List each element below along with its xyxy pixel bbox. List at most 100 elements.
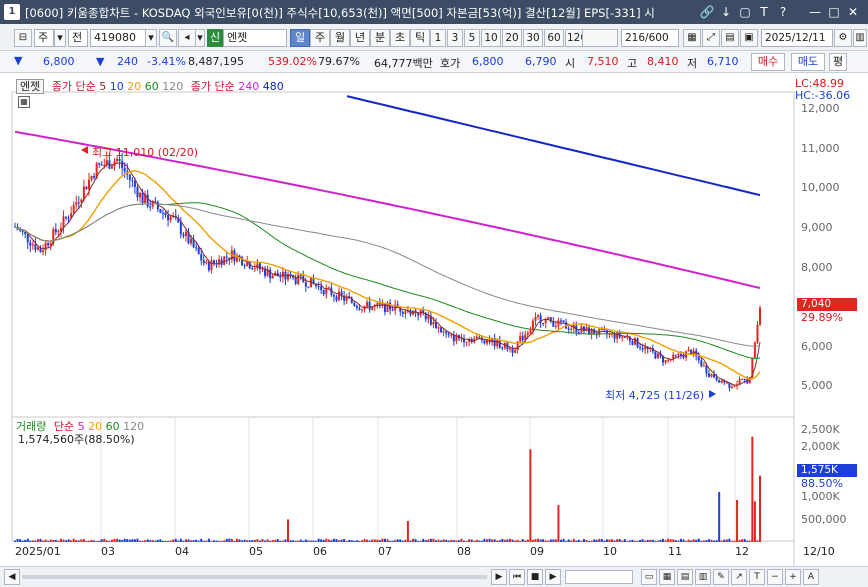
frame-icon[interactable]: ▢	[737, 4, 753, 20]
chevron-down-icon[interactable]: ▾	[54, 29, 66, 47]
interval-button[interactable]: 1	[430, 29, 446, 47]
candle-body	[562, 320, 565, 323]
interval-button[interactable]: 10	[481, 29, 501, 47]
candle-body	[304, 282, 307, 287]
volume-bar	[450, 539, 453, 542]
view-icon[interactable]: ▭	[641, 569, 657, 585]
volume-bar	[264, 540, 267, 542]
count-field[interactable]: 216/600	[621, 29, 679, 47]
volume-bar	[636, 541, 639, 542]
stock-code-input[interactable]: 419080	[90, 29, 146, 47]
volume-bar	[72, 538, 75, 542]
maximize-icon[interactable]: □	[826, 4, 842, 20]
ytick: 12,000	[801, 102, 840, 115]
volume-bar	[511, 539, 514, 542]
grid-icon[interactable]: ▦	[683, 29, 701, 47]
market-type-select[interactable]: 주	[34, 29, 54, 47]
period-tick-button[interactable]: 틱	[410, 29, 430, 47]
candle-body	[567, 328, 570, 330]
volume-bar	[105, 540, 108, 542]
trend-icon[interactable]: ↗	[731, 569, 747, 585]
grid-view-icon[interactable]: ▦	[659, 569, 675, 585]
calc-icon[interactable]: ▥	[853, 29, 867, 47]
interval-button[interactable]: 20	[502, 29, 522, 47]
download-icon[interactable]: ↓	[718, 4, 734, 20]
draw-icon[interactable]: ✎	[713, 569, 729, 585]
period-month-button[interactable]: 월	[330, 29, 350, 47]
x-label: 12/10	[803, 545, 835, 558]
speed-slider[interactable]	[565, 570, 633, 584]
interval-button[interactable]: 3	[447, 29, 463, 47]
calendar-icon[interactable]: ▣	[740, 29, 758, 47]
candle-body	[121, 161, 124, 168]
interval-button[interactable]: 30	[523, 29, 543, 47]
volume-bar	[552, 539, 555, 542]
volume-bar	[690, 540, 693, 542]
search-icon[interactable]: 🔍	[159, 29, 177, 47]
volume-bar	[358, 540, 361, 542]
zoom-in-icon[interactable]: +	[785, 569, 801, 585]
period-minute-button[interactable]: 분	[370, 29, 390, 47]
market-scope-select[interactable]: 전	[68, 29, 88, 47]
scroll-left-icon[interactable]: ◀	[4, 569, 20, 585]
scroll-right-icon[interactable]: ▶	[491, 569, 507, 585]
volume-bar	[355, 540, 358, 542]
close-icon[interactable]: ✕	[845, 4, 861, 20]
fit-icon[interactable]: ⤢	[702, 29, 720, 47]
table-view-icon[interactable]: ▤	[677, 569, 693, 585]
stock-name-field[interactable]: 엔젯	[223, 29, 287, 47]
period-second-button[interactable]: 초	[390, 29, 410, 47]
interval-button[interactable]: 5	[464, 29, 480, 47]
save-icon[interactable]: ▤	[721, 29, 739, 47]
help-icon[interactable]: ?	[775, 4, 791, 20]
eval-button[interactable]: 평	[829, 53, 847, 71]
link-icon[interactable]: 🔗	[699, 4, 715, 20]
stock-tag[interactable]: 엔젯	[16, 79, 45, 94]
candle-body	[366, 301, 369, 307]
chevron-down-icon[interactable]: ▾	[145, 29, 157, 47]
volume-bar	[677, 540, 680, 542]
volume-bar	[317, 538, 320, 542]
interval-input[interactable]	[582, 29, 618, 47]
scrollbar-track[interactable]	[22, 575, 487, 579]
rewind-icon[interactable]: ⏮	[509, 569, 525, 585]
zoom-out-icon[interactable]: −	[767, 569, 783, 585]
volume-bar	[593, 539, 596, 542]
table-icon[interactable]: ▦	[18, 96, 30, 108]
volume-bar	[613, 540, 616, 542]
volume-bar	[399, 539, 402, 542]
lock-icon[interactable]: ⊟	[14, 29, 32, 47]
period-year-button[interactable]: 년	[350, 29, 370, 47]
candle-body	[31, 244, 34, 246]
sell-button[interactable]: 매도	[791, 53, 825, 71]
volume-bar	[154, 540, 157, 542]
volume-bar	[139, 540, 142, 542]
current-price-tag: 7,040	[797, 298, 857, 311]
play-icon[interactable]: ▶	[545, 569, 561, 585]
stop-icon[interactable]: ■	[527, 569, 543, 585]
date-field[interactable]: 2025/12/11	[761, 29, 833, 47]
volume-bar	[730, 541, 733, 542]
candle-body	[720, 380, 723, 383]
volume-bar	[368, 540, 371, 542]
interval-button[interactable]: 60	[544, 29, 564, 47]
volume-bar	[131, 539, 134, 542]
speaker-icon[interactable]: ◂	[178, 29, 196, 47]
buy-button[interactable]: 매수	[751, 53, 785, 71]
volume-bar	[470, 539, 473, 542]
text-icon[interactable]: T	[756, 4, 772, 20]
volume-bar	[210, 541, 213, 542]
chevron-down-icon[interactable]: ▾	[195, 29, 205, 47]
volume-bar	[506, 539, 509, 542]
volume-bar	[29, 540, 32, 542]
font-icon[interactable]: A	[803, 569, 819, 585]
settings-icon[interactable]: ⚙	[834, 29, 852, 47]
volume-bar	[218, 540, 221, 542]
period-week-button[interactable]: 주	[310, 29, 330, 47]
minimize-icon[interactable]: —	[807, 4, 823, 20]
chart-view-icon[interactable]: ▥	[695, 569, 711, 585]
text-tool-icon[interactable]: T	[749, 569, 765, 585]
volume-value: 8,487,195	[188, 55, 244, 68]
volume-bar	[36, 539, 39, 542]
period-day-button[interactable]: 일	[290, 29, 310, 47]
